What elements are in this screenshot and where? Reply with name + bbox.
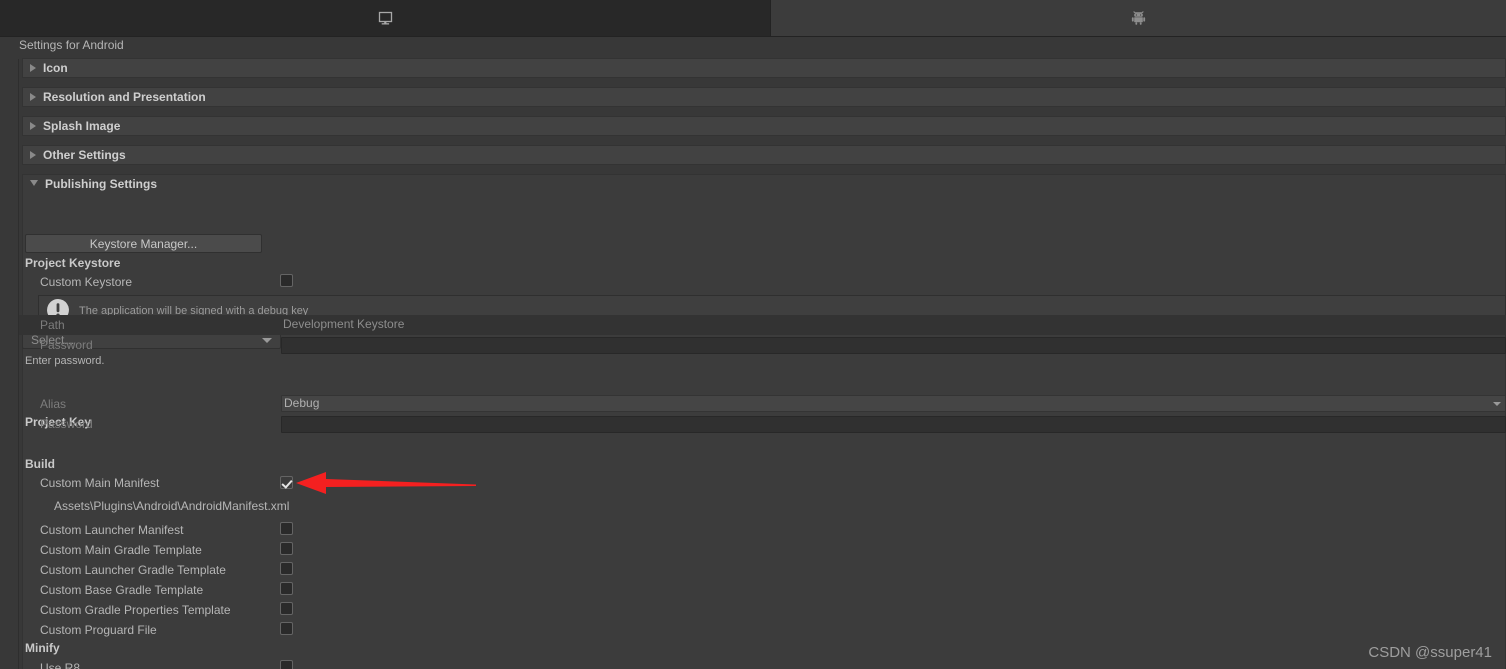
enter-password-note: Enter password. (25, 355, 105, 367)
keystore-path-label: Path (40, 318, 65, 332)
custom-launcher-gradle-template-checkbox[interactable] (280, 562, 293, 575)
android-robot-icon (1130, 10, 1147, 27)
keystore-password-label: Password (40, 338, 93, 352)
tab-standalone[interactable] (0, 0, 771, 36)
foldout-other-settings[interactable]: Other Settings (22, 145, 1506, 165)
build-item-custom-proguard-file: Custom Proguard File (40, 623, 157, 637)
custom-proguard-file-checkbox[interactable] (280, 622, 293, 635)
desktop-monitor-icon (377, 10, 394, 26)
chevron-right-icon (30, 64, 36, 72)
foldout-resolution-and-presentation[interactable]: Resolution and Presentation (22, 87, 1506, 107)
custom-keystore-row: Custom Keystore (40, 272, 132, 292)
foldout-icon[interactable]: Icon (22, 58, 1506, 78)
foldout-label: Icon (43, 61, 68, 75)
custom-keystore-label: Custom Keystore (40, 275, 133, 289)
alias-dropdown[interactable]: Debug (281, 395, 1506, 412)
keystore-password-input[interactable] (281, 337, 1506, 354)
build-item-custom-gradle-properties-template: Custom Gradle Properties Template (40, 603, 231, 617)
player-settings-panel: Settings for Android Icon Resolution and… (0, 36, 1506, 669)
custom-keystore-checkbox[interactable] (280, 274, 293, 287)
alias-value: Debug (284, 396, 320, 410)
minify-item-use-r8: Use R8 (40, 661, 81, 669)
key-password-input[interactable] (281, 416, 1506, 433)
watermark: CSDN @ssuper41 (1368, 644, 1492, 661)
key-password-label: Password (40, 417, 93, 431)
chevron-down-icon (1493, 402, 1501, 406)
chevron-down-icon (262, 338, 272, 343)
foldout-label: Splash Image (43, 119, 121, 133)
alias-row: Alias (40, 394, 66, 414)
build-item-custom-base-gradle-template: Custom Base Gradle Template (40, 583, 204, 597)
build-item-custom-main-manifest: Custom Main Manifest (40, 476, 160, 490)
platform-tab-bar (0, 0, 1506, 36)
foldout-splash-image[interactable]: Splash Image (22, 116, 1506, 136)
custom-main-manifest-checkbox[interactable] (280, 476, 293, 489)
foldout-label: Other Settings (43, 148, 126, 162)
use-r8-checkbox[interactable] (280, 660, 293, 669)
custom-gradle-properties-template-checkbox[interactable] (280, 602, 293, 615)
alias-label: Alias (40, 397, 67, 411)
red-annotation-arrow (296, 470, 476, 499)
key-password-row: Password (40, 414, 93, 434)
custom-main-manifest-path: Assets\Plugins\Android\AndroidManifest.x… (54, 499, 290, 513)
keystore-path-row: Path (40, 315, 65, 335)
build-item-custom-main-gradle-template: Custom Main Gradle Template (40, 543, 202, 557)
settings-for-platform-title: Settings for Android (19, 38, 124, 52)
build-item-custom-launcher-manifest: Custom Launcher Manifest (40, 523, 184, 537)
custom-base-gradle-template-checkbox[interactable] (280, 582, 293, 595)
inspector-left-rule (18, 59, 19, 669)
project-keystore-header: Project Keystore (25, 256, 121, 270)
keystore-path-value: Development Keystore (283, 317, 405, 331)
foldout-label: Resolution and Presentation (43, 90, 206, 104)
build-item-custom-launcher-gradle-template: Custom Launcher Gradle Template (40, 563, 226, 577)
chevron-down-icon (30, 180, 38, 186)
custom-main-gradle-template-checkbox[interactable] (280, 542, 293, 555)
build-header: Build (25, 457, 55, 471)
chevron-right-icon (30, 122, 36, 130)
keystore-manager-button[interactable]: Keystore Manager... (25, 234, 262, 253)
chevron-right-icon (30, 151, 36, 159)
foldout-label: Publishing Settings (45, 177, 158, 191)
custom-launcher-manifest-checkbox[interactable] (280, 522, 293, 535)
minify-header: Minify (25, 641, 60, 655)
chevron-right-icon (30, 93, 36, 101)
tab-android[interactable] (771, 0, 1506, 36)
